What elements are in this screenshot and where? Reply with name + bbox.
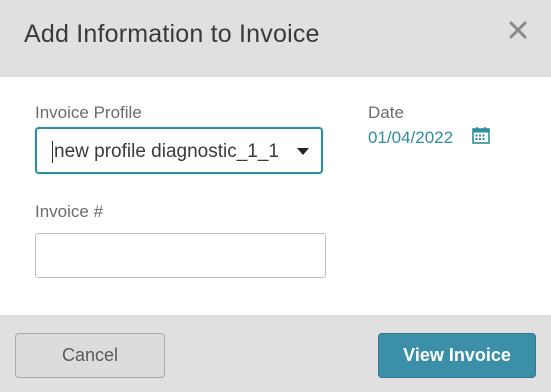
calendar-icon[interactable]	[472, 126, 490, 144]
invoice-profile-label: Invoice Profile	[35, 103, 142, 122]
invoice-profile-select[interactable]: new profile diagnostic_1_1	[35, 127, 323, 174]
invoice-number-label: Invoice #	[35, 202, 104, 221]
date-label: Date	[368, 103, 404, 122]
view-invoice-button[interactable]: View Invoice	[378, 333, 536, 378]
dialog-header: Add Information to Invoice	[0, 0, 551, 77]
cancel-button[interactable]: Cancel	[15, 333, 165, 378]
invoice-number-input[interactable]	[35, 233, 326, 278]
close-icon	[508, 20, 528, 45]
dialog-title: Add Information to Invoice	[24, 20, 320, 48]
text-cursor	[52, 141, 53, 163]
invoice-profile-value: new profile diagnostic_1_1	[54, 141, 279, 162]
date-value[interactable]: 01/04/2022	[368, 128, 453, 148]
caret-down-icon	[297, 148, 309, 155]
close-button[interactable]	[500, 14, 536, 50]
add-info-dialog: Add Information to Invoice Invoice Profi…	[0, 0, 551, 392]
